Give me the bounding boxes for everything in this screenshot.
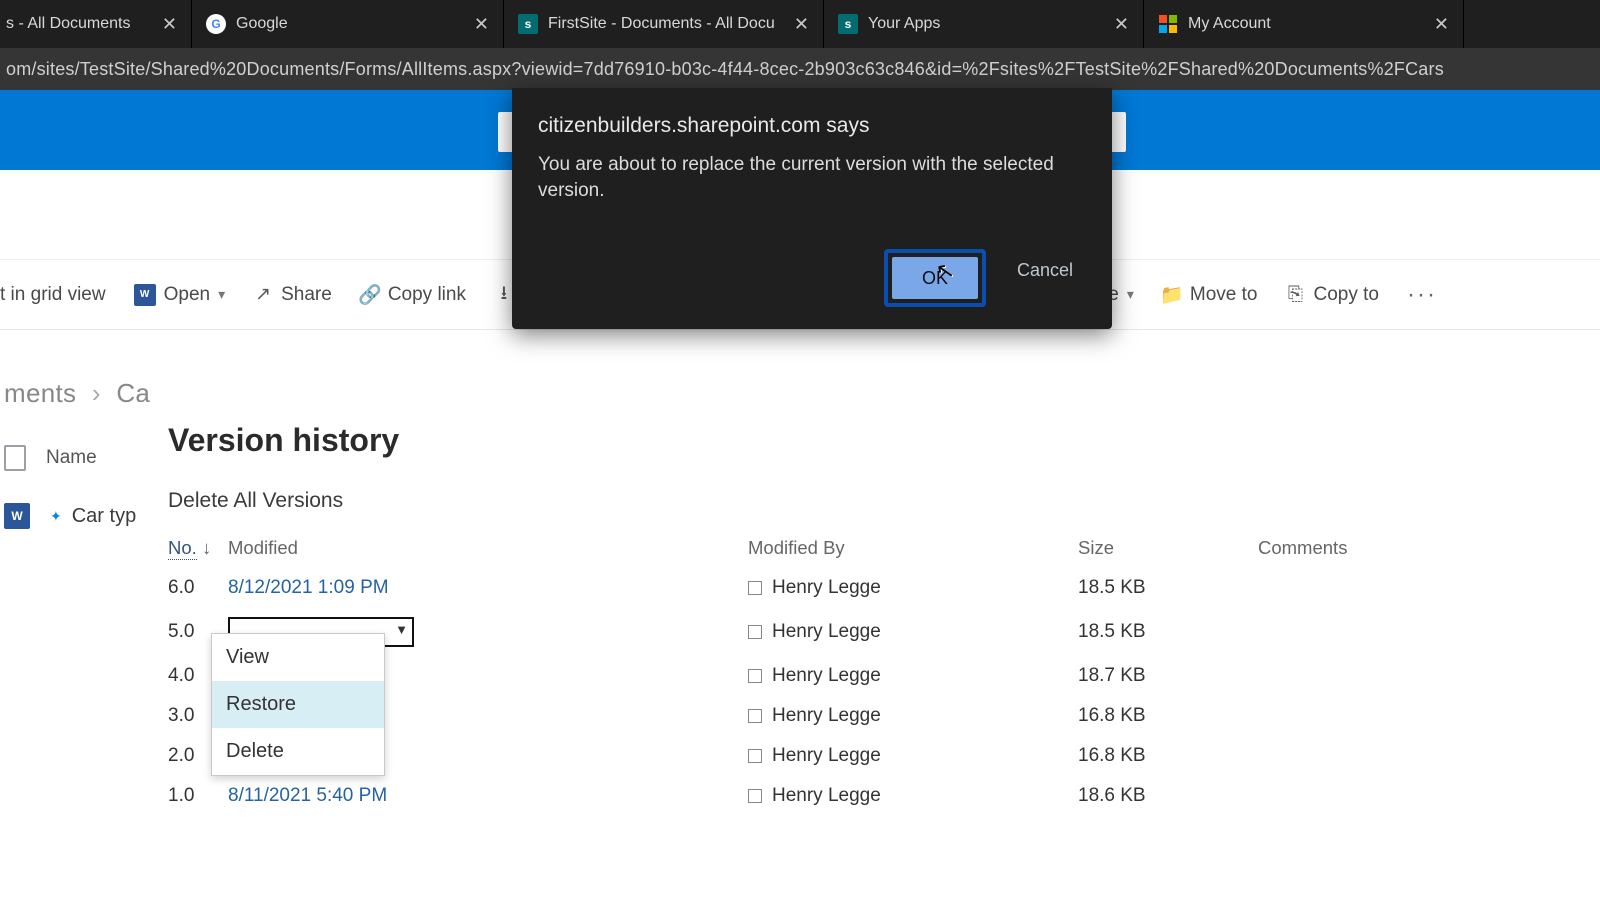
close-icon[interactable]: ✕ bbox=[794, 14, 809, 35]
share-icon: ↗ bbox=[253, 285, 273, 305]
close-icon[interactable]: ✕ bbox=[474, 14, 489, 35]
share-button[interactable]: ↗ Share bbox=[253, 284, 332, 306]
sharepoint-icon: s bbox=[838, 14, 858, 34]
browser-tab[interactable]: s FirstSite - Documents - All Docu ✕ bbox=[504, 0, 824, 48]
tab-title: FirstSite - Documents - All Docu bbox=[548, 15, 775, 33]
dialog-message: You are about to replace the current ver… bbox=[538, 152, 1086, 203]
panel-title: Version history bbox=[168, 422, 1570, 459]
sort-desc-icon: ↓ bbox=[202, 537, 211, 558]
column-header-name[interactable]: Name bbox=[46, 447, 97, 469]
modified-by: Henry Legge bbox=[772, 577, 881, 599]
column-header-modified[interactable]: Modified bbox=[228, 537, 748, 560]
modified-by: Henry Legge bbox=[772, 665, 881, 687]
link-icon: 🔗 bbox=[360, 285, 380, 305]
close-icon[interactable]: ✕ bbox=[1114, 14, 1129, 35]
table-header-row: No. ↓ Modified Modified By Size Comments bbox=[168, 537, 1570, 568]
chevron-down-icon: ▾ bbox=[218, 286, 225, 303]
version-size: 18.5 KB bbox=[1078, 621, 1258, 643]
sharepoint-icon: s bbox=[518, 14, 538, 34]
tab-title: s - All Documents bbox=[6, 15, 130, 33]
ok-button-highlight: OK bbox=[884, 249, 986, 307]
column-header-modified-by[interactable]: Modified By bbox=[748, 537, 1078, 560]
close-icon[interactable]: ✕ bbox=[1434, 14, 1449, 35]
javascript-confirm-dialog: citizenbuilders.sharepoint.com says You … bbox=[512, 88, 1112, 329]
version-size: 16.8 KB bbox=[1078, 745, 1258, 767]
tab-title: My Account bbox=[1188, 15, 1271, 33]
version-context-menu: View Restore Delete bbox=[211, 633, 385, 776]
edit-grid-button[interactable]: t in grid view bbox=[0, 284, 106, 306]
version-size: 16.8 KB bbox=[1078, 705, 1258, 727]
breadcrumb-item[interactable]: ments bbox=[4, 378, 76, 408]
new-indicator-icon: ✦ bbox=[50, 508, 62, 525]
copyto-icon: ⎘ bbox=[1285, 285, 1305, 305]
open-button[interactable]: W Open ▾ bbox=[134, 284, 226, 306]
google-icon: G bbox=[206, 14, 226, 34]
version-number: 6.0 bbox=[168, 577, 228, 599]
word-icon: W bbox=[4, 503, 30, 529]
presence-icon bbox=[748, 669, 762, 683]
close-icon[interactable]: ✕ bbox=[162, 14, 177, 35]
share-label: Share bbox=[281, 284, 332, 306]
edit-grid-label: t in grid view bbox=[0, 284, 106, 306]
version-size: 18.5 KB bbox=[1078, 577, 1258, 599]
version-size: 18.7 KB bbox=[1078, 665, 1258, 687]
browser-tab[interactable]: G Google ✕ bbox=[192, 0, 504, 48]
version-size: 18.6 KB bbox=[1078, 785, 1258, 807]
moveto-label: Move to bbox=[1190, 284, 1258, 306]
browser-tab[interactable]: My Account ✕ bbox=[1144, 0, 1464, 48]
move-to-button[interactable]: 📁 Move to bbox=[1162, 284, 1258, 306]
tab-title: Your Apps bbox=[868, 15, 940, 33]
copy-link-button[interactable]: 🔗 Copy link bbox=[360, 284, 466, 306]
download-icon: ⭳ bbox=[494, 285, 514, 305]
presence-icon bbox=[748, 581, 762, 595]
microsoft-icon bbox=[1158, 14, 1178, 34]
menu-item-restore[interactable]: Restore bbox=[212, 681, 384, 728]
more-actions-button[interactable]: ··· bbox=[1407, 281, 1437, 309]
copyto-label: Copy to bbox=[1313, 284, 1378, 306]
presence-icon bbox=[748, 709, 762, 723]
file-name: Car typ bbox=[72, 505, 136, 528]
column-header-no[interactable]: No. bbox=[168, 537, 197, 560]
dialog-origin: citizenbuilders.sharepoint.com says bbox=[538, 114, 1086, 138]
file-type-icon bbox=[4, 445, 26, 471]
delete-all-versions-link[interactable]: Delete All Versions bbox=[168, 489, 1570, 513]
presence-icon bbox=[748, 749, 762, 763]
presence-icon bbox=[748, 625, 762, 639]
version-modified-link[interactable]: 8/12/2021 1:09 PM bbox=[228, 577, 748, 599]
modified-by: Henry Legge bbox=[772, 745, 881, 767]
moveto-icon: 📁 bbox=[1162, 285, 1182, 305]
browser-tab[interactable]: s - All Documents ✕ bbox=[0, 0, 192, 48]
menu-item-view[interactable]: View bbox=[212, 634, 384, 681]
presence-icon bbox=[748, 789, 762, 803]
table-row[interactable]: 1.0 8/11/2021 5:40 PM Henry Legge 18.6 K… bbox=[168, 776, 1570, 816]
column-header-comments[interactable]: Comments bbox=[1258, 537, 1570, 560]
column-header-size[interactable]: Size bbox=[1078, 537, 1258, 560]
copy-to-button[interactable]: ⎘ Copy to bbox=[1285, 284, 1378, 306]
version-number: 1.0 bbox=[168, 785, 228, 807]
tab-title: Google bbox=[236, 15, 288, 33]
modified-by: Henry Legge bbox=[772, 705, 881, 727]
chevron-right-icon: › bbox=[92, 378, 101, 408]
menu-item-delete[interactable]: Delete bbox=[212, 728, 384, 775]
ok-button[interactable]: OK bbox=[892, 257, 978, 299]
modified-by: Henry Legge bbox=[772, 621, 881, 643]
address-bar[interactable]: om/sites/TestSite/Shared%20Documents/For… bbox=[0, 48, 1600, 90]
cancel-button[interactable]: Cancel bbox=[1004, 249, 1086, 291]
chevron-down-icon: ▼ bbox=[395, 622, 408, 637]
version-modified-link[interactable]: 8/11/2021 5:40 PM bbox=[228, 785, 748, 807]
chevron-down-icon: ▾ bbox=[1127, 286, 1134, 303]
table-row[interactable]: 6.0 8/12/2021 1:09 PM Henry Legge 18.5 K… bbox=[168, 568, 1570, 608]
browser-tab[interactable]: s Your Apps ✕ bbox=[824, 0, 1144, 48]
address-text: om/sites/TestSite/Shared%20Documents/For… bbox=[6, 59, 1444, 80]
word-icon: W bbox=[134, 284, 156, 306]
browser-tab-strip: s - All Documents ✕ G Google ✕ s FirstSi… bbox=[0, 0, 1600, 48]
open-label: Open bbox=[164, 284, 210, 306]
modified-by: Henry Legge bbox=[772, 785, 881, 807]
copy-link-label: Copy link bbox=[388, 284, 466, 306]
